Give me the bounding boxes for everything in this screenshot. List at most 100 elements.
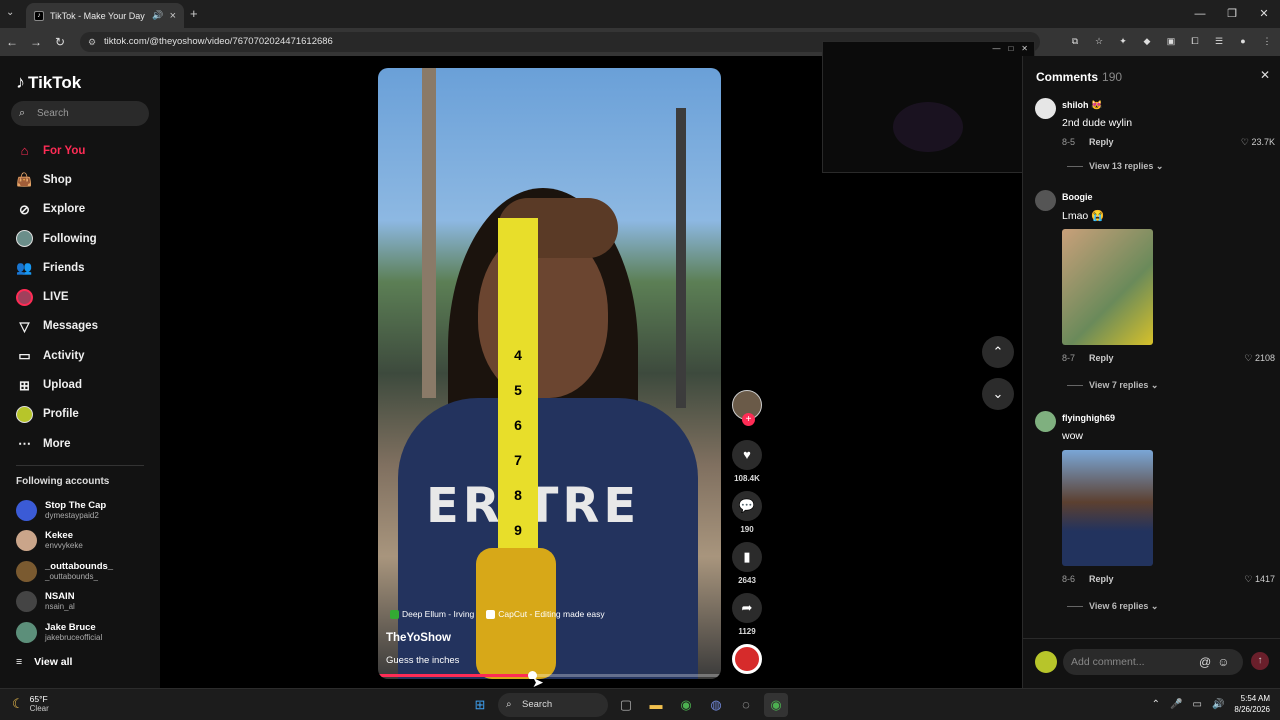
pip-video-content [893,102,963,152]
chrome-active-icon[interactable]: ◉ [764,693,788,717]
discord-icon[interactable]: ◍ [704,693,728,717]
mention-icon[interactable]: @ [1199,655,1211,669]
comment-image[interactable] [1062,229,1153,345]
previous-video-button[interactable]: ⌃ [982,336,1014,368]
reply-button[interactable]: Reply [1089,137,1114,147]
microphone-icon[interactable]: 🎤 [1170,699,1182,710]
app-icon[interactable]: ◌ [734,693,758,717]
nav-item-profile[interactable]: Profile [0,400,160,429]
cast-icon[interactable]: ⧉ [1068,34,1082,48]
following-account[interactable]: Kekee envvykeke [16,526,156,554]
nav-item-upload[interactable]: ⊞ Upload [0,370,160,399]
video-author[interactable]: TheYoShow [386,632,451,644]
extension-icon[interactable]: ✦ [1116,34,1130,48]
volume-icon[interactable]: 🔊 [1212,699,1224,710]
search-input[interactable]: ⌕ Search [11,101,149,126]
tab-close-icon[interactable]: × [170,10,176,22]
follow-plus-icon[interactable]: + [742,413,755,426]
comment-likes[interactable]: ♡ 1417 [1244,574,1275,585]
comment-author[interactable]: shiloh 😻 [1062,100,1102,111]
kebab-menu-icon[interactable]: ⋮ [1260,34,1274,48]
next-video-button[interactable]: ⌄ [982,378,1014,410]
taskbar-search[interactable]: ⌕ Search [498,693,608,717]
send-comment-button[interactable]: ↑ [1251,652,1269,670]
sidepanel-icon[interactable]: ☰ [1212,34,1226,48]
tray-chevron-icon[interactable]: ⌃ [1152,699,1160,710]
profile-avatar-icon[interactable]: ● [1236,34,1250,48]
share-button[interactable]: ➦ [732,593,762,623]
video-player[interactable]: ERITRE 4 5 6 7 8 9 Deep Ellum - Irving C… [378,68,721,679]
effect-tag[interactable]: Deep Ellum - Irving [390,609,474,619]
following-account[interactable]: _outtabounds_ _outtabounds_ [16,557,156,585]
file-explorer-icon[interactable]: ▬ [644,693,668,717]
extension-icon[interactable]: ▣ [1164,34,1178,48]
comment-likes[interactable]: ♡ 23.7K [1241,137,1275,148]
view-replies-button[interactable]: View 13 replies ⌄ [1067,161,1163,172]
close-window-icon[interactable]: ✕ [1248,0,1280,28]
pip-minimize-icon[interactable]: — [992,44,1000,53]
windows-taskbar: ☾ 65°F Clear ⊞ ⌕ Search ▢ ▬ ◉ ◍ ◌ ◉ ⌃ 🎤 ▭ … [0,688,1280,720]
nav-item-following[interactable]: Following [0,224,160,253]
comment-likes[interactable]: ♡ 2108 [1244,353,1275,364]
nav-item-for-you[interactable]: ⌂ For You [0,136,160,165]
weather-widget[interactable]: ☾ 65°F Clear [12,694,49,714]
nav-item-explore[interactable]: ⊘ Explore [0,195,160,224]
puzzle-icon[interactable]: ⧠ [1188,34,1202,48]
nav-item-live[interactable]: LIVE [0,282,160,311]
comment-author[interactable]: flyinghigh69 [1062,413,1115,423]
following-account[interactable]: Stop The Cap dymestaypaid2 [16,496,156,524]
view-replies-button[interactable]: View 6 replies ⌄ [1067,601,1158,612]
browser-tab[interactable]: ♪ TikTok - Make Your Day 🔊 × [26,3,184,28]
avatar[interactable] [1035,98,1056,119]
pip-maximize-icon[interactable]: □ [1008,44,1013,53]
forward-icon[interactable]: → [24,35,48,49]
minimize-icon[interactable]: — [1184,0,1216,28]
tiktok-logo[interactable]: ♪ TikTok [16,72,81,93]
comments-title: Comments [1036,70,1099,84]
nav-item-more[interactable]: ⋯ More [0,429,160,458]
chevron-up-icon: ⌃ [992,344,1004,359]
maximize-icon[interactable]: ❐ [1216,0,1248,28]
reply-button[interactable]: Reply [1089,353,1114,363]
network-icon[interactable]: ▭ [1193,699,1202,710]
chrome-icon[interactable]: ◉ [674,693,698,717]
new-tab-button[interactable]: + [190,6,198,21]
nav-item-activity[interactable]: ▭ Activity [0,341,160,370]
site-info-icon[interactable]: ⚙ [88,32,96,52]
picture-in-picture-window[interactable]: — □ ✕ [822,41,1035,173]
tab-search-chevron-icon[interactable]: ⌄ [6,7,14,18]
clock[interactable]: 5:54 AM 8/26/2026 [1234,693,1270,715]
comment-date: 8-6 [1062,574,1076,584]
save-button[interactable]: ▮ [732,542,762,572]
extension-icon[interactable]: ◆ [1140,34,1154,48]
emoji-icon[interactable]: ☺ [1217,655,1229,669]
reload-icon[interactable]: ↻ [48,35,72,49]
creator-avatar[interactable]: + [732,390,762,426]
reply-button[interactable]: Reply [1089,574,1114,584]
comment-image[interactable] [1062,450,1153,566]
following-account[interactable]: NSAIN nsain_al [16,587,156,615]
music-disc-icon[interactable] [732,644,762,674]
back-icon[interactable]: ← [0,35,24,49]
comment-text: 2nd dude wylin [1062,117,1133,129]
video-progress-bar[interactable] [378,671,721,679]
nav-item-friends[interactable]: 👥 Friends [0,253,160,282]
comment-author[interactable]: Boogie [1062,192,1093,202]
view-replies-button[interactable]: View 7 replies ⌄ [1067,380,1158,391]
view-all-button[interactable]: ≡ View all [16,656,72,668]
comment-button[interactable]: 💬 [732,491,762,521]
task-view-icon[interactable]: ▢ [614,693,638,717]
avatar[interactable] [1035,190,1056,211]
tab-audio-icon[interactable]: 🔊 [152,10,163,21]
capcut-tag[interactable]: CapCut - Editing made easy [486,609,605,619]
following-account[interactable]: Jake Bruce jakebruceofficial [16,618,156,646]
close-comments-icon[interactable]: ✕ [1260,68,1270,82]
like-button[interactable]: ♥ [732,440,762,470]
nav-item-shop[interactable]: 👜 Shop [0,165,160,194]
nav-item-messages[interactable]: ▽ Messages [0,312,160,341]
windows-start-icon[interactable]: ⊞ [468,693,492,717]
bookmark-star-icon[interactable]: ☆ [1092,34,1106,48]
pip-close-icon[interactable]: ✕ [1021,44,1028,53]
avatar[interactable] [1035,411,1056,432]
avatar [16,590,37,612]
